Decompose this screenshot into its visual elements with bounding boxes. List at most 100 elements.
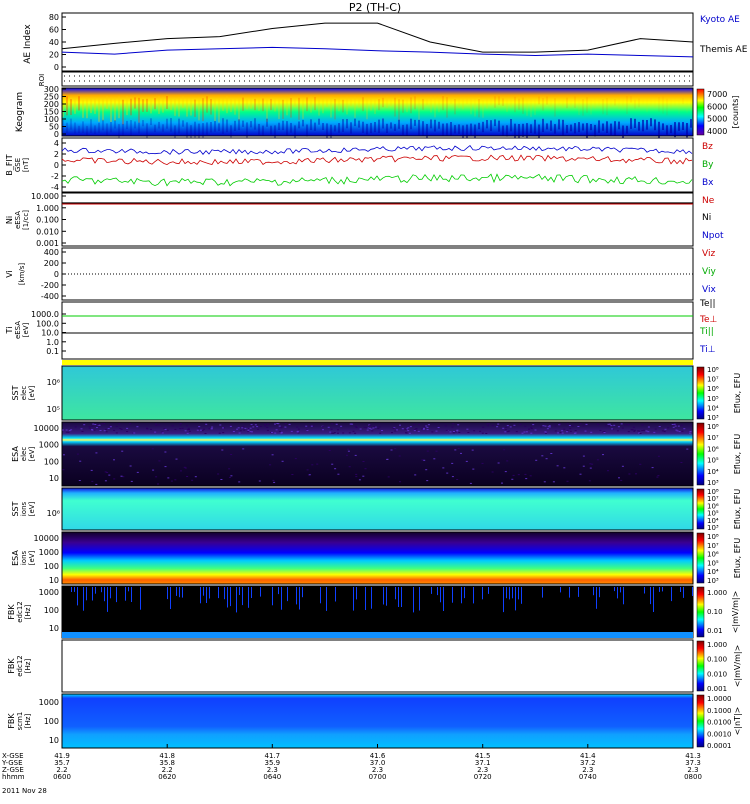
esa-elec-speckle (151, 448, 154, 450)
esa-elec-speckle (658, 426, 661, 427)
esa-elec-speckle (506, 460, 509, 462)
fbk1-streak (239, 587, 240, 595)
legend-te-perp: Te⊥ (699, 315, 718, 325)
vi-ytick-4: -400 (41, 292, 59, 301)
keogram-stripe (194, 99, 196, 117)
fbk1-streak (596, 587, 597, 609)
sst-elec-panel: SST elec [eV] 10⁶ 10⁵ 10⁸10⁷10⁶10⁵10⁴10³… (11, 365, 742, 422)
esa-elec-speckle (105, 431, 108, 433)
esa-elec-speckle (158, 424, 161, 426)
esa-elec-speckle (291, 474, 294, 475)
esa-elec-speckle (297, 432, 300, 434)
esa-elec-speckle (76, 453, 79, 455)
ti-yticks: 1000.0100.010.01.00.1 (31, 310, 66, 356)
fbk1-streak (131, 587, 132, 602)
keogram-stripe (170, 97, 172, 111)
fbk1-streak (692, 587, 693, 596)
esa-elec-colorbar (696, 422, 705, 486)
keogram-stripe (314, 97, 316, 111)
keogram-stripe (514, 96, 516, 113)
keogram-stripe-dark (134, 121, 136, 129)
keogram-stripe (346, 96, 348, 115)
esa-elec-speckle (330, 428, 333, 430)
esa-elec-speckle (363, 426, 366, 428)
esa-elec-speckle (333, 432, 336, 434)
fbk1-ylabel: FBK (7, 604, 16, 620)
keogram-stripe-dark (658, 121, 660, 138)
keogram-stripe (674, 96, 676, 106)
keogram-stripe (318, 98, 320, 116)
esa-elec-speckle (442, 467, 445, 469)
fbk1-streak (179, 587, 180, 598)
sst-ions-colorbar-ticks: 10⁸10⁷10⁶10⁵10⁴10³ (707, 488, 719, 532)
fbk1-streak (662, 587, 663, 592)
keogram-stripe-dark (610, 123, 612, 135)
esa-elec-speckle (554, 430, 557, 432)
esa-elec-speckle (421, 459, 424, 461)
fbk1-colorbar-tick-0: 1.000 (707, 589, 727, 597)
fbk1-streak (461, 587, 462, 604)
esa-elec-speckle (486, 425, 489, 427)
esa-elec-speckle (569, 430, 572, 432)
x-axis-labels: X-GSEY-GSEZ-GSEhhmm2011 Nov 2841.935.72.… (1, 744, 702, 795)
sst-ions-panel: SST ions [eV] 10⁶ 10⁸10⁷10⁶10⁵10⁴10³ Efl… (11, 487, 742, 532)
esa-elec-speckle (532, 424, 535, 426)
keogram-stripe (490, 96, 492, 106)
esa-elec-speckle (530, 426, 533, 428)
fbk1-streak (86, 587, 87, 601)
esai-colorbar-tick-2: 10⁶ (707, 551, 719, 559)
esa-elec-speckle (355, 476, 358, 478)
esa-elec-speckle (413, 430, 416, 432)
esa-elec-speckle (381, 430, 383, 431)
esa-elec-speckle (556, 465, 559, 467)
esa-elec-speckle (103, 430, 106, 432)
ti-ylabel2: eESA (14, 321, 22, 339)
keogram-stripe (390, 98, 392, 107)
keogram-stripe-dark (582, 123, 584, 131)
keogram-stripe-dark (446, 123, 448, 137)
esa-elec-speckle (107, 428, 110, 429)
sst-ions-ytick-0: 10⁶ (47, 509, 60, 518)
esa-elec-speckle (354, 454, 357, 456)
esa-elec-speckle (365, 427, 368, 429)
esa-elec-speckle (637, 430, 640, 432)
esa-elec-speckle (105, 428, 107, 430)
esa-elec-speckle (466, 428, 469, 430)
esa-elec-speckle (184, 430, 187, 432)
esa-elec-speckle (689, 431, 692, 432)
keogram-stripe (582, 99, 584, 116)
esa-elec-speckle (280, 432, 283, 434)
esa-elec-speckle (290, 430, 293, 432)
esa-elec-speckle (257, 428, 259, 430)
esa-elec-speckle (115, 432, 118, 434)
legend-te-par: Te|| (699, 299, 716, 309)
esa-elec-speckle (229, 476, 231, 478)
fbk1-streak (653, 587, 654, 612)
esa-elec-speckle (610, 425, 613, 427)
keogram-stripe-dark (638, 121, 640, 131)
esa-elec-speckle (63, 454, 65, 456)
keogram-stripe-dark (438, 121, 440, 129)
fbk3-colorbar (696, 694, 705, 748)
ae-frame (61, 12, 694, 72)
esa-elec-speckle (654, 428, 657, 430)
esa-elec-speckle (181, 427, 184, 429)
fbk1-streak (419, 587, 420, 611)
keogram-stripe (474, 98, 476, 117)
esa-elec-speckle (657, 475, 660, 477)
keogram-stripe (166, 96, 168, 109)
esa-elec-speckle (471, 449, 474, 451)
keogram-stripe (150, 99, 152, 114)
esa-elec-speckle (616, 430, 619, 432)
esa-elec-speckle (264, 424, 267, 425)
esa-elec-speckle (620, 423, 623, 425)
esa-elec-speckle (542, 425, 545, 427)
esa-elec-speckle (306, 429, 309, 431)
keogram-stripe (446, 97, 448, 118)
esa-elec-speckle (194, 476, 197, 478)
keogram-stripe-dark (402, 124, 404, 135)
keogram-stripe (334, 99, 336, 120)
keogram-stripe (378, 99, 380, 111)
esa-elec-speckle (568, 425, 571, 426)
fbk3-yticks: 1000 100 10 (39, 698, 59, 745)
